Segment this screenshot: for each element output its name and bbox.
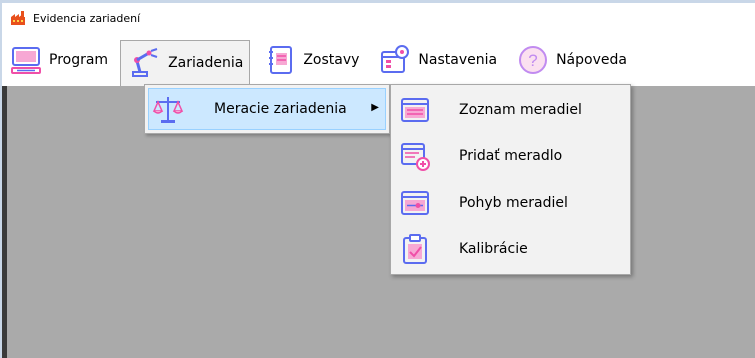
chevron-right-icon: ▶ <box>371 102 379 113</box>
factory-icon <box>10 10 26 26</box>
robot-arm-icon <box>129 47 161 79</box>
menu-zostavy-label: Zostavy <box>303 51 360 68</box>
menu-napoveda-label: Nápoveda <box>556 51 627 68</box>
window-title: Evidencia zariadení <box>33 11 141 25</box>
menu-meracie-zariadenia[interactable]: Meracie zariadenia ▶ <box>148 88 386 130</box>
menu-pohyb-meradiel-label: Pohyb meradiel <box>459 195 568 211</box>
menu-pridat-meradlo[interactable]: Pridať meradlo <box>395 136 627 176</box>
menu-zariadenia-label: Zariadenia <box>168 55 244 71</box>
zariadenia-dropdown: Meracie zariadenia ▶ <box>144 84 390 134</box>
menu-kalibracie[interactable]: Kalibrácie <box>395 229 627 269</box>
menu-program[interactable]: Program <box>2 38 114 82</box>
notebook-icon <box>264 44 296 76</box>
clipboard-check-icon <box>399 233 431 265</box>
title-bar: Evidencia zariadení <box>2 3 755 33</box>
menu-meracie-zariadenia-label: Meracie zariadenia <box>214 101 347 117</box>
menu-nastavenia[interactable]: Nastavenia <box>371 38 503 82</box>
add-window-icon <box>399 140 431 172</box>
menu-kalibracie-label: Kalibrácie <box>459 241 528 257</box>
meracie-zariadenia-submenu: Zoznam meradiel Pridať meradlo Pohyb mer… <box>390 84 631 275</box>
menu-zariadenia[interactable]: Zariadenia <box>120 39 251 86</box>
menu-pohyb-meradiel[interactable]: Pohyb meradiel <box>395 183 627 223</box>
menu-nastavenia-label: Nastavenia <box>418 51 498 68</box>
svg-text:?: ? <box>528 51 537 70</box>
help-icon: ? <box>517 44 549 76</box>
app-window: Evidencia zariadení Program Zariadenia Z… <box>2 3 755 358</box>
menu-zostavy[interactable]: Zostavy <box>256 38 365 82</box>
menu-napoveda[interactable]: ? Nápoveda <box>509 38 633 82</box>
menu-zoznam-meradiel[interactable]: Zoznam meradiel <box>395 90 627 130</box>
list-window-icon <box>399 94 431 126</box>
settings-window-icon <box>379 44 411 76</box>
scale-icon <box>151 92 185 126</box>
menu-bar: Program Zariadenia Zostavy Nastavenia ? … <box>2 33 755 86</box>
menu-zoznam-meradiel-label: Zoznam meradiel <box>459 102 582 118</box>
menu-program-label: Program <box>49 51 109 68</box>
slider-window-icon <box>399 187 431 219</box>
menu-pridat-meradlo-label: Pridať meradlo <box>459 148 563 164</box>
computer-icon <box>10 44 42 76</box>
